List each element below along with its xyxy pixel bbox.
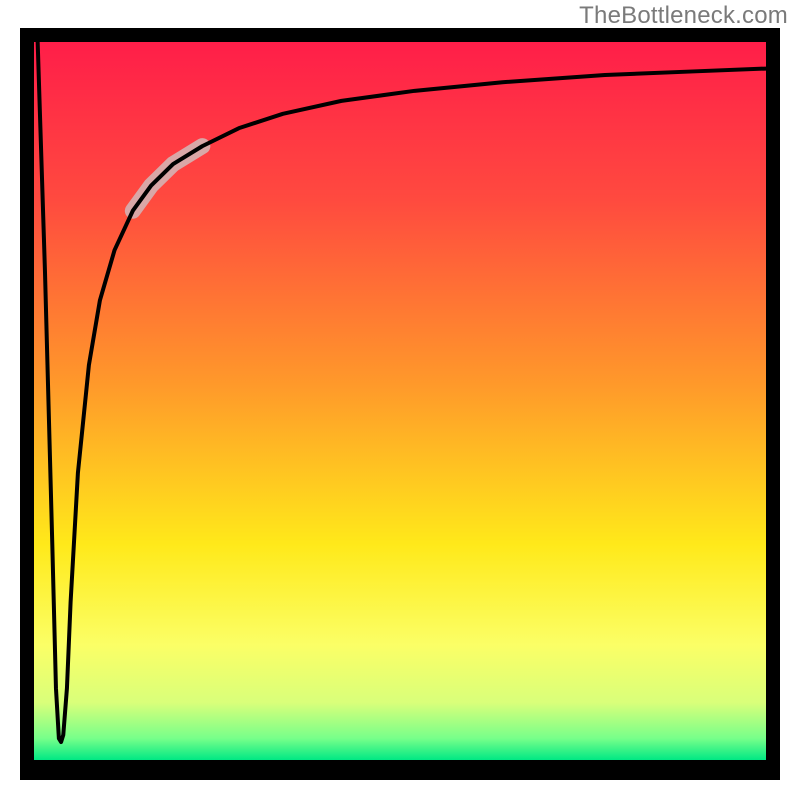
plot-area [34, 42, 766, 760]
bottleneck-curve [38, 42, 766, 742]
curve-layer [34, 42, 766, 760]
highlight-segment [133, 146, 203, 211]
plot-frame [20, 28, 780, 780]
attribution-label: TheBottleneck.com [579, 2, 788, 30]
chart-container: TheBottleneck.com [0, 0, 800, 800]
